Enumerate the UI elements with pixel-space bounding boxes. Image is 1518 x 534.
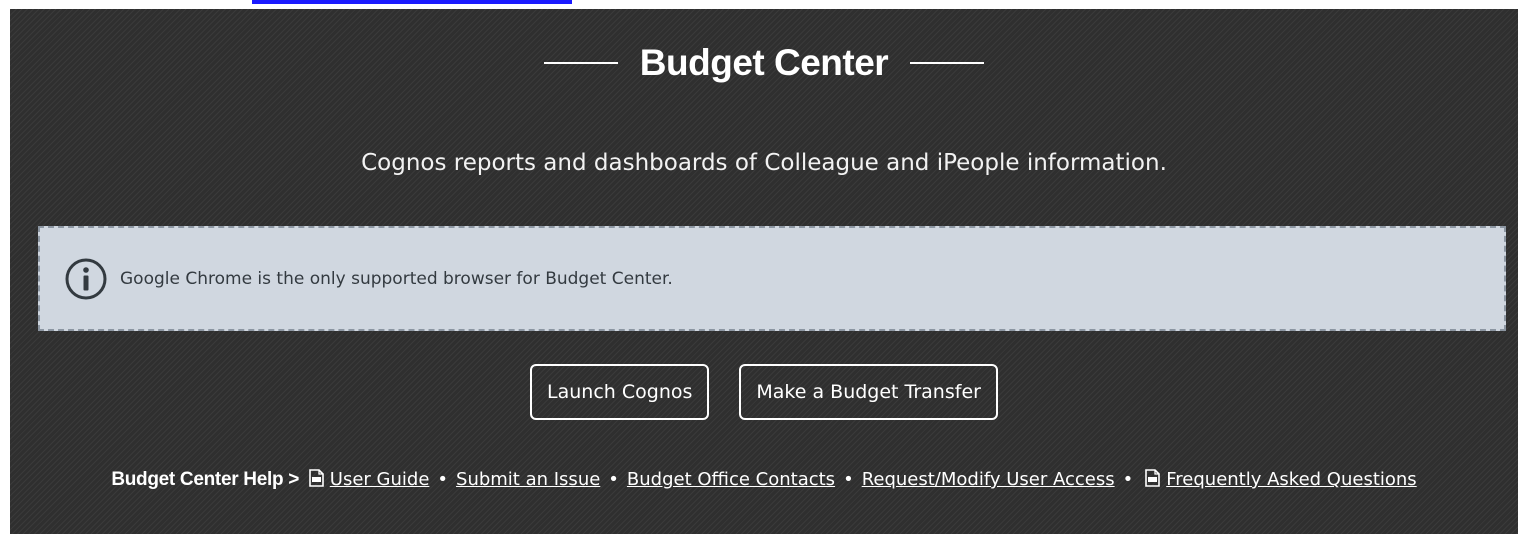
link-separator: •: [608, 469, 619, 490]
notice-text: Google Chrome is the only supported brow…: [120, 268, 673, 289]
launch-cognos-button[interactable]: Launch Cognos: [530, 364, 710, 420]
link-separator: •: [1122, 469, 1134, 490]
help-link-user-access[interactable]: Request/Modify User Access: [862, 469, 1115, 490]
info-icon: [65, 258, 107, 299]
action-buttons: Launch Cognos Make a Budget Transfer: [10, 364, 1518, 420]
page-title-row: Budget Center: [10, 39, 1518, 87]
budget-center-panel: Budget Center Cognos reports and dashboa…: [10, 9, 1518, 534]
help-link-budget-office-contacts[interactable]: Budget Office Contacts: [627, 469, 835, 490]
help-links: Budget Center Help > User Guide • Submit a…: [50, 461, 1478, 499]
title-rule-right: [910, 62, 985, 64]
page-title: Budget Center: [639, 42, 889, 83]
title-rule-left: [543, 62, 618, 64]
help-link-user-guide[interactable]: User Guide: [330, 469, 430, 490]
browser-notice: Google Chrome is the only supported brow…: [38, 226, 1506, 331]
link-separator: •: [843, 469, 854, 490]
pdf-icon: [1145, 469, 1161, 487]
help-link-submit-issue[interactable]: Submit an Issue: [456, 469, 600, 490]
pdf-icon: [308, 469, 324, 487]
budget-transfer-button[interactable]: Make a Budget Transfer: [739, 364, 998, 420]
help-link-faq[interactable]: Frequently Asked Questions: [1166, 469, 1416, 490]
help-label: Budget Center Help >: [111, 469, 300, 490]
top-link-underline: [252, 0, 572, 4]
link-separator: •: [437, 469, 449, 490]
page-subtitle: Cognos reports and dashboards of Colleag…: [361, 150, 1167, 176]
